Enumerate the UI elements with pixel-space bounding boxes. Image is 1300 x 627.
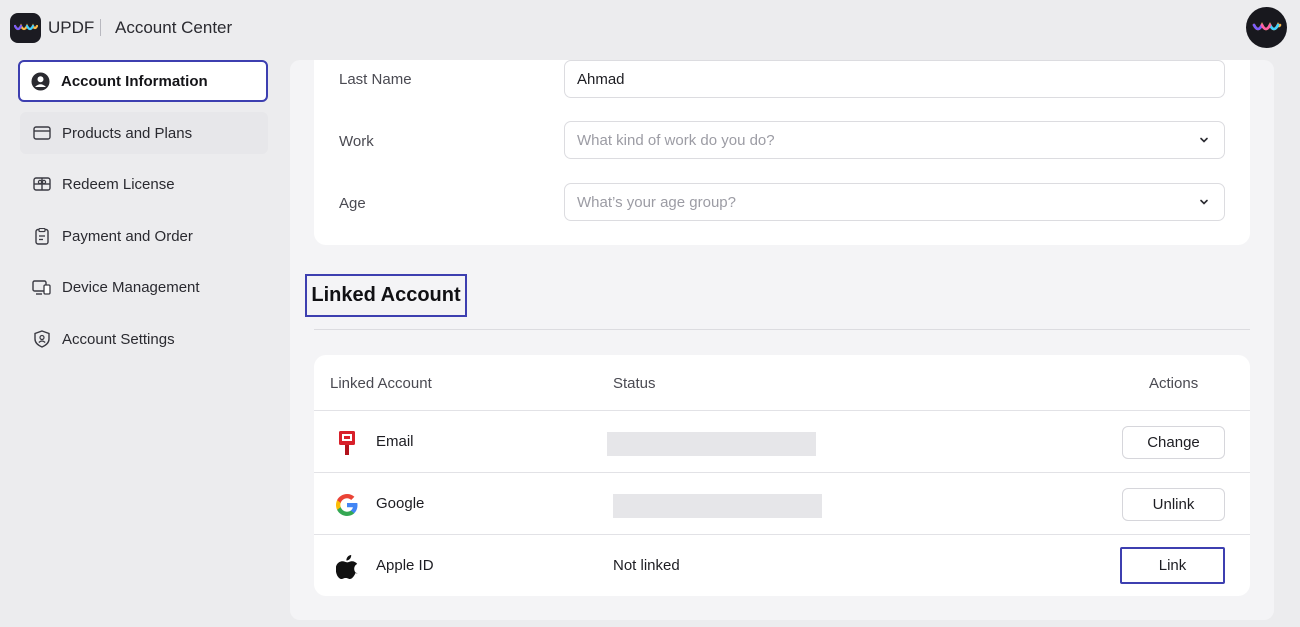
- account-name-apple-id: Apple ID: [376, 557, 434, 574]
- section-title-linked-account: Linked Account: [305, 274, 467, 317]
- sidebar-item-payment-and-order[interactable]: Payment and Order: [20, 215, 268, 257]
- unlink-button[interactable]: Unlink: [1122, 488, 1225, 521]
- sidebar-item-label: Payment and Order: [62, 227, 193, 245]
- receipt-icon: [32, 227, 51, 246]
- page-title: Account Center: [115, 18, 233, 37]
- sidebar: Account Information Products and Plans R…: [0, 56, 290, 627]
- main-panel: Last Name Ahmad Work What kind of work d…: [290, 60, 1274, 620]
- age-select[interactable]: What’s your age group?: [564, 183, 1225, 221]
- header-divider: [100, 19, 101, 36]
- linked-accounts-table: Linked Account Status Actions Email Chan…: [314, 355, 1250, 596]
- user-circle-icon: [31, 72, 50, 91]
- sidebar-item-label: Account Settings: [62, 330, 175, 348]
- work-label: Work: [339, 133, 374, 150]
- status-redacted: [613, 494, 822, 518]
- column-header-linked-account: Linked Account: [330, 375, 432, 392]
- last-name-label: Last Name: [339, 71, 412, 88]
- account-name-email: Email: [376, 433, 414, 450]
- change-button[interactable]: Change: [1122, 426, 1225, 459]
- column-header-status: Status: [613, 375, 656, 392]
- status-not-linked: Not linked: [613, 557, 680, 574]
- avatar[interactable]: [1246, 7, 1287, 48]
- chevron-down-icon: [1198, 195, 1210, 212]
- table-row-email: Email Change: [314, 410, 1250, 472]
- profile-card: Last Name Ahmad Work What kind of work d…: [314, 60, 1250, 245]
- last-name-value: Ahmad: [577, 70, 625, 88]
- work-select[interactable]: What kind of work do you do?: [564, 121, 1225, 159]
- work-placeholder: What kind of work do you do?: [577, 131, 775, 149]
- sidebar-item-account-settings[interactable]: Account Settings: [20, 318, 268, 360]
- credit-card-icon: [32, 124, 51, 143]
- gift-card-icon: [32, 175, 51, 194]
- account-name-google: Google: [376, 495, 425, 512]
- devices-icon: [32, 278, 51, 297]
- app-header: UPDF Account Center: [0, 0, 1300, 56]
- chevron-down-icon: [1198, 133, 1210, 150]
- apple-icon: [334, 554, 360, 580]
- email-mailbox-icon: [334, 430, 360, 456]
- status-redacted: [607, 432, 816, 456]
- brand-name: UPDF: [48, 18, 95, 37]
- table-row-google: Google Unlink: [314, 472, 1250, 534]
- google-icon: [334, 492, 360, 518]
- column-header-actions: Actions: [1149, 375, 1199, 392]
- sidebar-item-products-and-plans[interactable]: Products and Plans: [20, 112, 268, 154]
- updf-logo[interactable]: [10, 13, 41, 43]
- age-label: Age: [339, 195, 366, 212]
- table-row-apple-id: Apple ID Not linked Link: [314, 534, 1250, 596]
- sidebar-item-redeem-license[interactable]: Redeem License: [20, 163, 268, 205]
- sidebar-item-account-information[interactable]: Account Information: [18, 60, 268, 102]
- age-placeholder: What’s your age group?: [577, 193, 736, 211]
- sidebar-item-label: Redeem License: [62, 175, 175, 193]
- sidebar-item-label: Device Management: [62, 278, 200, 296]
- section-divider: [314, 329, 1250, 330]
- sidebar-item-label: Account Information: [61, 72, 208, 90]
- shield-user-icon: [32, 330, 51, 349]
- last-name-field[interactable]: Ahmad: [564, 60, 1225, 98]
- sidebar-item-device-management[interactable]: Device Management: [20, 266, 268, 308]
- link-button[interactable]: Link: [1120, 547, 1225, 584]
- sidebar-item-label: Products and Plans: [62, 124, 193, 142]
